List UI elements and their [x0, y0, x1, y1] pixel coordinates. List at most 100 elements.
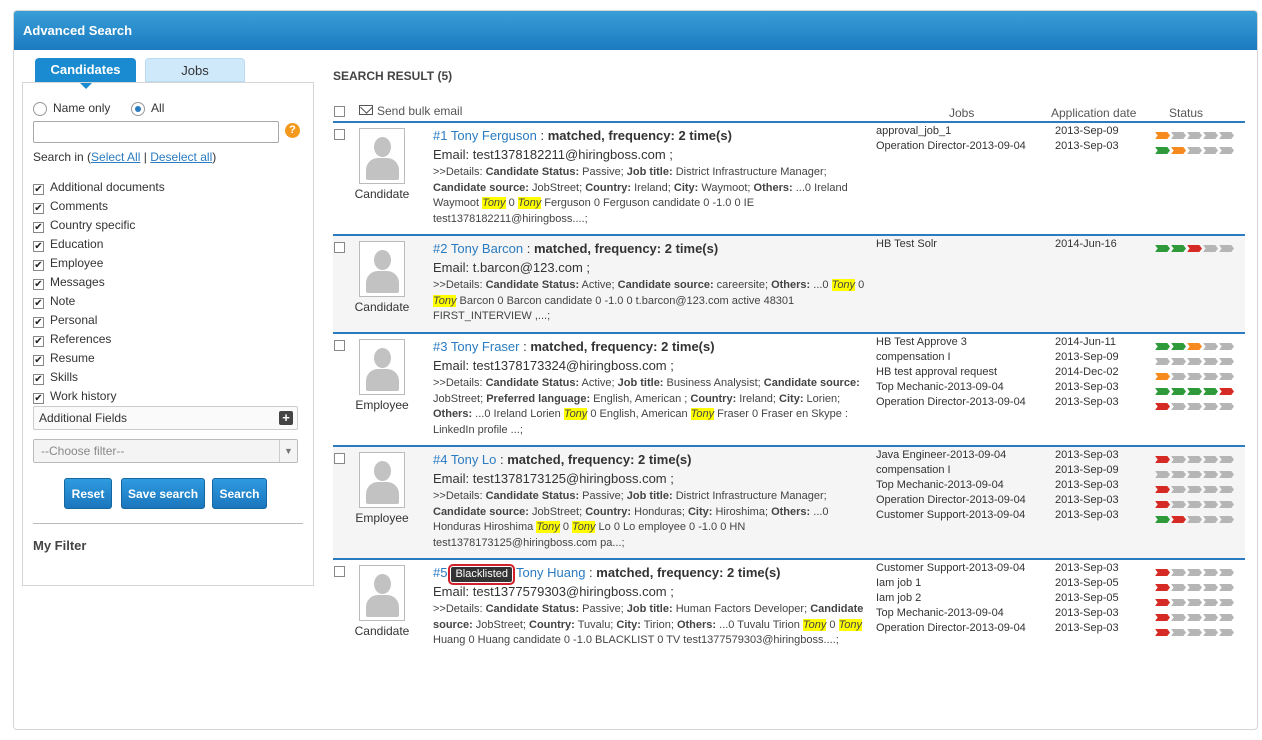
field-checkbox[interactable]: ✔	[33, 298, 44, 309]
status-progress[interactable]	[1155, 124, 1245, 139]
candidate-number-link[interactable]: #3	[433, 339, 447, 354]
email-line: Email: test1378182211@hiringboss.com ;	[433, 145, 871, 165]
all-radio[interactable]	[131, 101, 146, 116]
select-all-checkbox[interactable]	[334, 106, 345, 117]
candidate-name-link[interactable]: Tony Fraser	[451, 339, 520, 354]
status-step	[1203, 147, 1218, 154]
field-checkbox[interactable]: ✔	[33, 317, 44, 328]
divider	[33, 523, 303, 524]
plus-icon[interactable]: +	[279, 411, 293, 425]
job-link[interactable]: Iam job 1	[876, 576, 1051, 591]
status-step	[1203, 132, 1218, 139]
status-progress[interactable]	[1155, 237, 1245, 252]
job-link[interactable]: Java Engineer-2013-09-04	[876, 448, 1051, 463]
status-step	[1203, 471, 1218, 478]
status-progress[interactable]	[1155, 561, 1245, 576]
job-link[interactable]: HB Test Solr	[876, 237, 1051, 252]
search-button[interactable]: Search	[212, 478, 267, 509]
row-checkbox[interactable]	[334, 566, 345, 577]
deselect-all-link[interactable]: Deselect all	[150, 150, 212, 164]
field-checkbox[interactable]: ✔	[33, 393, 44, 404]
field-checkbox[interactable]: ✔	[33, 336, 44, 347]
avatar[interactable]	[359, 241, 405, 297]
search-field-option[interactable]: ✔ Messages	[33, 273, 165, 292]
field-checkbox[interactable]: ✔	[33, 260, 44, 271]
candidate-name-link[interactable]: Tony Huang	[516, 565, 585, 580]
chevron-down-icon: ▼	[279, 440, 297, 462]
save-search-button[interactable]: Save search	[121, 478, 205, 509]
field-checkbox[interactable]: ✔	[33, 203, 44, 214]
status-step	[1219, 358, 1234, 365]
search-field-option[interactable]: ✔ Employee	[33, 254, 165, 273]
select-all-link[interactable]: Select All	[91, 150, 140, 164]
field-label: Resume	[50, 351, 95, 365]
status-progress[interactable]	[1155, 448, 1245, 463]
job-link[interactable]: compensation I	[876, 463, 1051, 478]
job-link[interactable]: Operation Director-2013-09-04	[876, 621, 1051, 636]
search-field-option[interactable]: ✔ Personal	[33, 311, 165, 330]
job-link[interactable]: Customer Support-2013-09-04	[876, 561, 1051, 576]
job-link[interactable]: Operation Director-2013-09-04	[876, 395, 1051, 410]
job-link[interactable]: Customer Support-2013-09-04	[876, 508, 1051, 523]
search-field-option[interactable]: ✔ Work history	[33, 387, 165, 406]
name-only-radio[interactable]	[33, 101, 47, 116]
search-field-option[interactable]: ✔ Note	[33, 292, 165, 311]
search-field-option[interactable]: ✔ Education	[33, 235, 165, 254]
email-value: t.barcon@123.com ;	[472, 260, 591, 275]
candidate-name-link[interactable]: Tony Barcon	[451, 241, 523, 256]
status-step	[1171, 358, 1186, 365]
candidate-number-link[interactable]: #2	[433, 241, 447, 256]
candidate-name-link[interactable]: Tony Ferguson	[451, 128, 537, 143]
reset-button[interactable]: Reset	[64, 478, 112, 509]
job-link[interactable]: HB Test Approve 3	[876, 335, 1051, 350]
candidate-number-link[interactable]: #5	[433, 565, 447, 580]
search-field-option[interactable]: ✔ Skills	[33, 368, 165, 387]
tab-jobs[interactable]: Jobs	[145, 58, 245, 82]
my-filter-heading: My Filter	[33, 538, 87, 553]
filter-select[interactable]: --Choose filter-- ▼	[33, 439, 298, 463]
field-checkbox[interactable]: ✔	[33, 222, 44, 233]
search-field-option[interactable]: ✔ Resume	[33, 349, 165, 368]
search-input[interactable]	[33, 121, 279, 143]
additional-fields-bar[interactable]: Additional Fields +	[33, 406, 298, 430]
job-link[interactable]: Top Mechanic-2013-09-04	[876, 478, 1051, 493]
record-type: Candidate	[354, 187, 410, 201]
job-link[interactable]: Operation Director-2013-09-04	[876, 139, 1051, 154]
status-step	[1171, 501, 1186, 508]
tab-candidates[interactable]: Candidates	[35, 58, 136, 89]
job-link[interactable]: Iam job 2	[876, 591, 1051, 606]
avatar[interactable]	[359, 339, 405, 395]
search-field-option[interactable]: ✔ Additional documents	[33, 178, 165, 197]
search-field-option[interactable]: ✔ Comments	[33, 197, 165, 216]
job-link[interactable]: Top Mechanic-2013-09-04	[876, 380, 1051, 395]
field-label: Country specific	[50, 218, 136, 232]
row-checkbox[interactable]	[334, 129, 345, 140]
row-checkbox[interactable]	[334, 340, 345, 351]
send-bulk-email-button[interactable]: Send bulk email	[359, 104, 462, 118]
job-link[interactable]: Top Mechanic-2013-09-04	[876, 606, 1051, 621]
job-link[interactable]: Operation Director-2013-09-04	[876, 493, 1051, 508]
field-checkbox[interactable]: ✔	[33, 241, 44, 252]
field-checkbox[interactable]: ✔	[33, 184, 44, 195]
status-step	[1155, 403, 1170, 410]
avatar[interactable]	[359, 565, 405, 621]
row-checkbox[interactable]	[334, 453, 345, 464]
job-link[interactable]: HB test approval request	[876, 365, 1051, 380]
search-field-option[interactable]: ✔ Country specific	[33, 216, 165, 235]
help-icon[interactable]: ?	[285, 123, 300, 138]
job-link[interactable]: approval_job_1	[876, 124, 1051, 139]
avatar[interactable]	[359, 452, 405, 508]
field-checkbox[interactable]: ✔	[33, 374, 44, 385]
col-status-header: Status	[1169, 106, 1204, 120]
status-progress[interactable]	[1155, 335, 1245, 350]
candidate-number-link[interactable]: #1	[433, 128, 447, 143]
candidate-number-link[interactable]: #4	[433, 452, 447, 467]
field-checkbox[interactable]: ✔	[33, 279, 44, 290]
avatar[interactable]	[359, 128, 405, 184]
candidate-name-link[interactable]: Tony Lo	[451, 452, 497, 467]
job-link[interactable]: compensation I	[876, 350, 1051, 365]
search-field-option[interactable]: ✔ References	[33, 330, 165, 349]
row-checkbox[interactable]	[334, 242, 345, 253]
field-checkbox[interactable]: ✔	[33, 355, 44, 366]
application-date: 2013-Sep-05	[1055, 592, 1119, 604]
